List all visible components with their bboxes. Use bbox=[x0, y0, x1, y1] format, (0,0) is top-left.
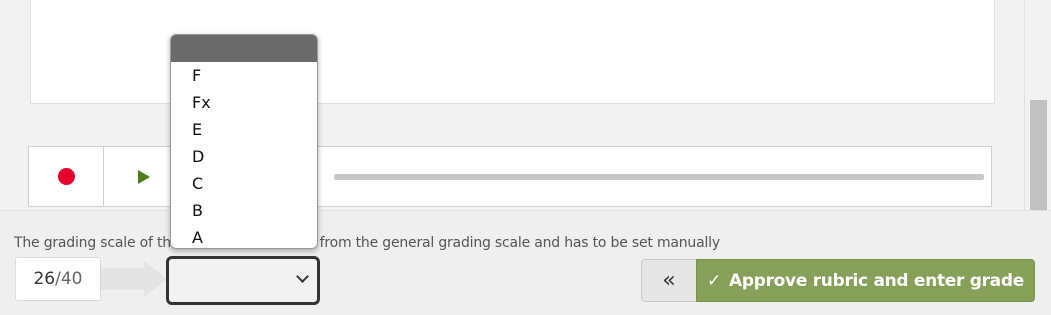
approve-rubric-label: Approve rubric and enter grade bbox=[729, 270, 1024, 291]
score-display: 26/40 bbox=[15, 257, 101, 301]
content-area bbox=[0, 0, 1024, 210]
check-icon: ✓ bbox=[707, 270, 721, 291]
record-button[interactable] bbox=[29, 147, 104, 206]
scrollbar-thumb[interactable] bbox=[1030, 100, 1047, 210]
arrow-right-icon bbox=[101, 261, 167, 297]
scrollbar[interactable] bbox=[1024, 0, 1051, 210]
approve-rubric-button[interactable]: ✓ Approve rubric and enter grade bbox=[696, 259, 1035, 302]
grade-option-c[interactable]: C bbox=[171, 170, 317, 197]
play-triangle-icon bbox=[137, 169, 150, 184]
audio-progress-bar[interactable] bbox=[334, 174, 984, 180]
grading-page: The grading scale of this exam/rubric di… bbox=[0, 0, 1051, 315]
grade-option-f[interactable]: F bbox=[171, 62, 317, 89]
chevron-down-icon bbox=[296, 270, 309, 283]
grading-scale-notice: The grading scale of this exam/rubric di… bbox=[14, 235, 720, 251]
score-max: 40 bbox=[60, 269, 83, 289]
grade-option-a[interactable]: A bbox=[171, 224, 317, 248]
score-value: 26 bbox=[33, 269, 56, 289]
grade-option-fx[interactable]: Fx bbox=[171, 89, 317, 116]
grade-option-blank[interactable] bbox=[171, 35, 317, 62]
grade-select[interactable] bbox=[166, 256, 320, 305]
back-button[interactable]: « bbox=[641, 259, 697, 302]
grade-option-b[interactable]: B bbox=[171, 197, 317, 224]
grading-footer: The grading scale of this exam/rubric di… bbox=[0, 210, 1051, 315]
grade-option-e[interactable]: E bbox=[171, 116, 317, 143]
grade-dropdown-list: F Fx E D C B A bbox=[170, 34, 318, 249]
record-dot-icon bbox=[57, 168, 75, 185]
grade-option-d[interactable]: D bbox=[171, 143, 317, 170]
